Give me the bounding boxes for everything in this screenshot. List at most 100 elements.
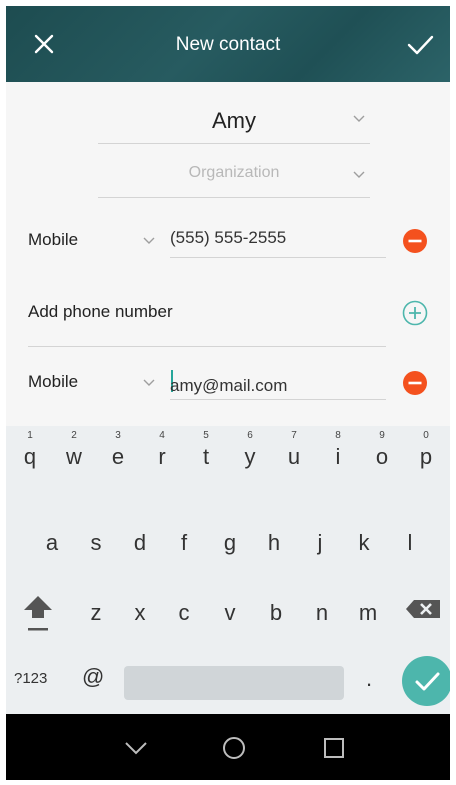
check-icon[interactable] xyxy=(404,28,436,60)
key-a[interactable]: a xyxy=(32,512,72,568)
phone-input[interactable]: (555) 555-2555 xyxy=(170,222,386,258)
add-phone-row[interactable]: Add phone number xyxy=(6,278,450,347)
enter-key[interactable] xyxy=(402,656,450,706)
key-hint: 9 xyxy=(379,430,385,441)
contact-form: Amy Organization Mobile (555) 555-2555 A… xyxy=(6,82,450,426)
organization-field[interactable]: Organization xyxy=(98,148,370,198)
key-d[interactable]: d xyxy=(120,512,160,568)
add-circle-icon[interactable] xyxy=(402,300,428,326)
key-hint: 8 xyxy=(335,430,341,441)
key-label: w xyxy=(66,444,82,469)
key-hint: 2 xyxy=(71,430,77,441)
divider xyxy=(28,346,386,347)
key-z[interactable]: z xyxy=(76,582,116,638)
key-label: i xyxy=(335,444,341,469)
key-hint: 3 xyxy=(115,430,121,441)
email-input[interactable]: amy@mail.com xyxy=(170,364,386,400)
chevron-down-icon[interactable] xyxy=(352,168,366,182)
key-label: o xyxy=(375,444,389,469)
key-o[interactable]: 9o xyxy=(362,426,402,482)
shift-icon[interactable] xyxy=(14,582,62,638)
key-f[interactable]: f xyxy=(164,512,204,568)
space-bar[interactable] xyxy=(124,666,344,700)
key-hint: 0 xyxy=(423,430,429,441)
email-value: amy@mail.com xyxy=(170,376,288,395)
key-p[interactable]: 0p xyxy=(406,426,446,482)
key-g[interactable]: g xyxy=(210,512,250,568)
key-label: d xyxy=(133,530,147,555)
key-label: k xyxy=(358,530,370,555)
keyboard-row-3: z x c v b n m xyxy=(6,582,450,642)
name-value: Amy xyxy=(212,108,256,133)
key-hint: 1 xyxy=(27,430,33,441)
add-phone-label[interactable]: Add phone number xyxy=(28,302,173,322)
soft-keyboard: 1q 2w 3e 4r 5t 6y 7u 8i 9o 0p a s d f g … xyxy=(6,426,450,714)
key-i[interactable]: 8i xyxy=(318,426,358,482)
key-label: n xyxy=(315,600,329,625)
key-n[interactable]: n xyxy=(302,582,342,638)
key-r[interactable]: 4r xyxy=(142,426,182,482)
at-key[interactable]: @ xyxy=(82,664,104,690)
remove-email-icon[interactable] xyxy=(402,370,428,396)
back-icon[interactable] xyxy=(122,734,150,762)
key-label: r xyxy=(158,444,166,469)
key-label: l xyxy=(407,530,413,555)
key-y[interactable]: 6y xyxy=(230,426,270,482)
key-label: s xyxy=(90,530,102,555)
organization-placeholder: Organization xyxy=(188,164,280,181)
page-title: New contact xyxy=(175,34,281,55)
chevron-down-icon[interactable] xyxy=(142,234,156,253)
keyboard-row-2: a s d f g h j k l xyxy=(6,512,450,572)
phone-value: (555) 555-2555 xyxy=(170,228,287,247)
backspace-icon[interactable] xyxy=(400,582,448,638)
key-b[interactable]: b xyxy=(256,582,296,638)
key-e[interactable]: 3e xyxy=(98,426,138,482)
key-s[interactable]: s xyxy=(76,512,116,568)
key-k[interactable]: k xyxy=(344,512,384,568)
key-label: c xyxy=(178,600,190,625)
app-bar: New contact xyxy=(6,6,450,82)
email-row: Mobile amy@mail.com xyxy=(6,348,450,416)
chevron-down-icon[interactable] xyxy=(142,376,156,395)
screen: New contact Amy Organization Mobile (555 xyxy=(6,6,450,780)
key-q[interactable]: 1q xyxy=(10,426,50,482)
key-c[interactable]: c xyxy=(164,582,204,638)
key-j[interactable]: j xyxy=(300,512,340,568)
key-label: y xyxy=(244,444,256,469)
key-l[interactable]: l xyxy=(390,512,430,568)
key-label: a xyxy=(45,530,59,555)
keyboard-row-4: ?123 @ . xyxy=(6,652,450,712)
key-label: g xyxy=(223,530,237,555)
key-label: p xyxy=(419,444,433,469)
key-label: f xyxy=(180,530,188,555)
key-m[interactable]: m xyxy=(348,582,388,638)
key-t[interactable]: 5t xyxy=(186,426,226,482)
key-label: e xyxy=(111,444,125,469)
recents-icon[interactable] xyxy=(320,734,348,762)
home-icon[interactable] xyxy=(220,734,248,762)
symbols-key[interactable]: ?123 xyxy=(14,670,47,687)
key-v[interactable]: v xyxy=(210,582,250,638)
key-label: x xyxy=(134,600,146,625)
phone-row: Mobile (555) 555-2555 xyxy=(6,206,450,274)
key-label: h xyxy=(267,530,281,555)
key-hint: 7 xyxy=(291,430,297,441)
key-hint: 6 xyxy=(247,430,253,441)
key-label: v xyxy=(224,600,236,625)
remove-phone-icon[interactable] xyxy=(402,228,428,254)
key-label: j xyxy=(317,530,323,555)
chevron-down-icon[interactable] xyxy=(352,112,366,126)
key-u[interactable]: 7u xyxy=(274,426,314,482)
system-nav-bar xyxy=(6,714,450,780)
name-field[interactable]: Amy xyxy=(98,94,370,144)
key-label: m xyxy=(358,600,378,625)
email-type-label[interactable]: Mobile xyxy=(28,372,78,392)
key-w[interactable]: 2w xyxy=(54,426,94,482)
key-x[interactable]: x xyxy=(120,582,160,638)
key-hint: 5 xyxy=(203,430,209,441)
period-key[interactable]: . xyxy=(366,666,372,692)
key-label: z xyxy=(90,600,102,625)
key-h[interactable]: h xyxy=(254,512,294,568)
key-label: b xyxy=(269,600,283,625)
phone-type-label[interactable]: Mobile xyxy=(28,230,78,250)
